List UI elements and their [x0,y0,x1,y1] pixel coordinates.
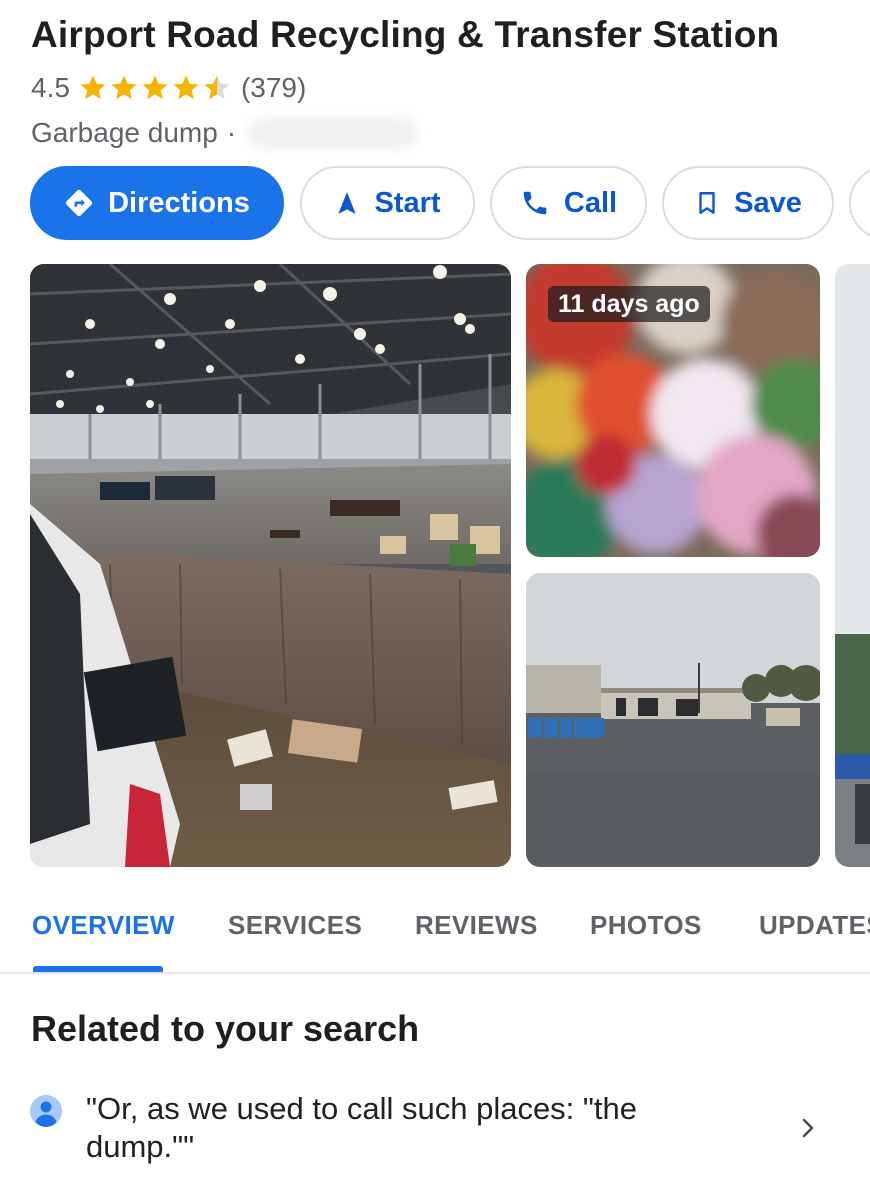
place-title: Airport Road Recycling & Transfer Statio… [31,14,780,55]
related-review-item[interactable]: "Or, as we used to call such places: "th… [30,1086,830,1176]
photo-exterior[interactable] [526,573,820,867]
photo-main[interactable] [30,264,511,867]
directions-label: Directions [108,186,250,219]
rating-row[interactable]: 4.5 (379) [31,70,306,106]
partial-photo [835,264,870,867]
save-label: Save [734,186,802,219]
rating-stars [78,73,233,103]
redacted-address [248,117,419,149]
directions-button[interactable]: Directions [30,166,284,240]
bookmark-icon [699,192,715,214]
photo-recent[interactable]: 11 days ago [526,264,820,557]
tab-photos[interactable]: PHOTOS [590,910,702,941]
photo-gallery: 11 days ago [30,264,870,868]
save-button[interactable]: Save [662,166,834,240]
star-icon [142,75,168,100]
tab-services[interactable]: SERVICES [228,910,362,941]
active-tab-indicator [33,966,163,972]
start-label: Start [374,186,441,219]
exterior-lot-photo [526,573,820,867]
review-count[interactable]: (379) [241,72,306,104]
category-row: Garbage dump · [31,114,419,152]
photo-age-badge: 11 days ago [548,286,710,322]
star-icon [80,75,106,100]
related-quote-text: "Or, as we used to call such places: "th… [86,1091,638,1164]
navigation-arrow-icon [338,192,357,214]
star-icon [111,75,137,100]
related-section-title: Related to your search [31,1008,420,1049]
person-avatar-icon [30,1095,62,1127]
half-star-icon [204,75,230,100]
call-button[interactable]: Call [490,166,647,240]
call-label: Call [563,186,618,219]
place-category: Garbage dump [31,117,218,148]
warehouse-interior-photo [30,264,511,867]
tab-updates[interactable]: UPDATES [759,910,870,941]
star-icon [173,75,199,100]
action-buttons: Directions Start Call Save [30,166,870,242]
tab-reviews[interactable]: REVIEWS [415,910,538,941]
tab-overview[interactable]: OVERVIEW [32,910,175,941]
chevron-right-icon[interactable] [800,1116,816,1140]
place-tabs: OVERVIEW SERVICES REVIEWS PHOTOS UPDATES [0,896,870,974]
rating-value: 4.5 [31,72,70,103]
start-button[interactable]: Start [300,166,475,240]
separator: · [226,117,237,148]
more-actions-button[interactable] [849,166,870,240]
directions-icon [65,189,93,217]
photo-next-partial[interactable] [835,264,870,867]
phone-icon [523,191,547,215]
